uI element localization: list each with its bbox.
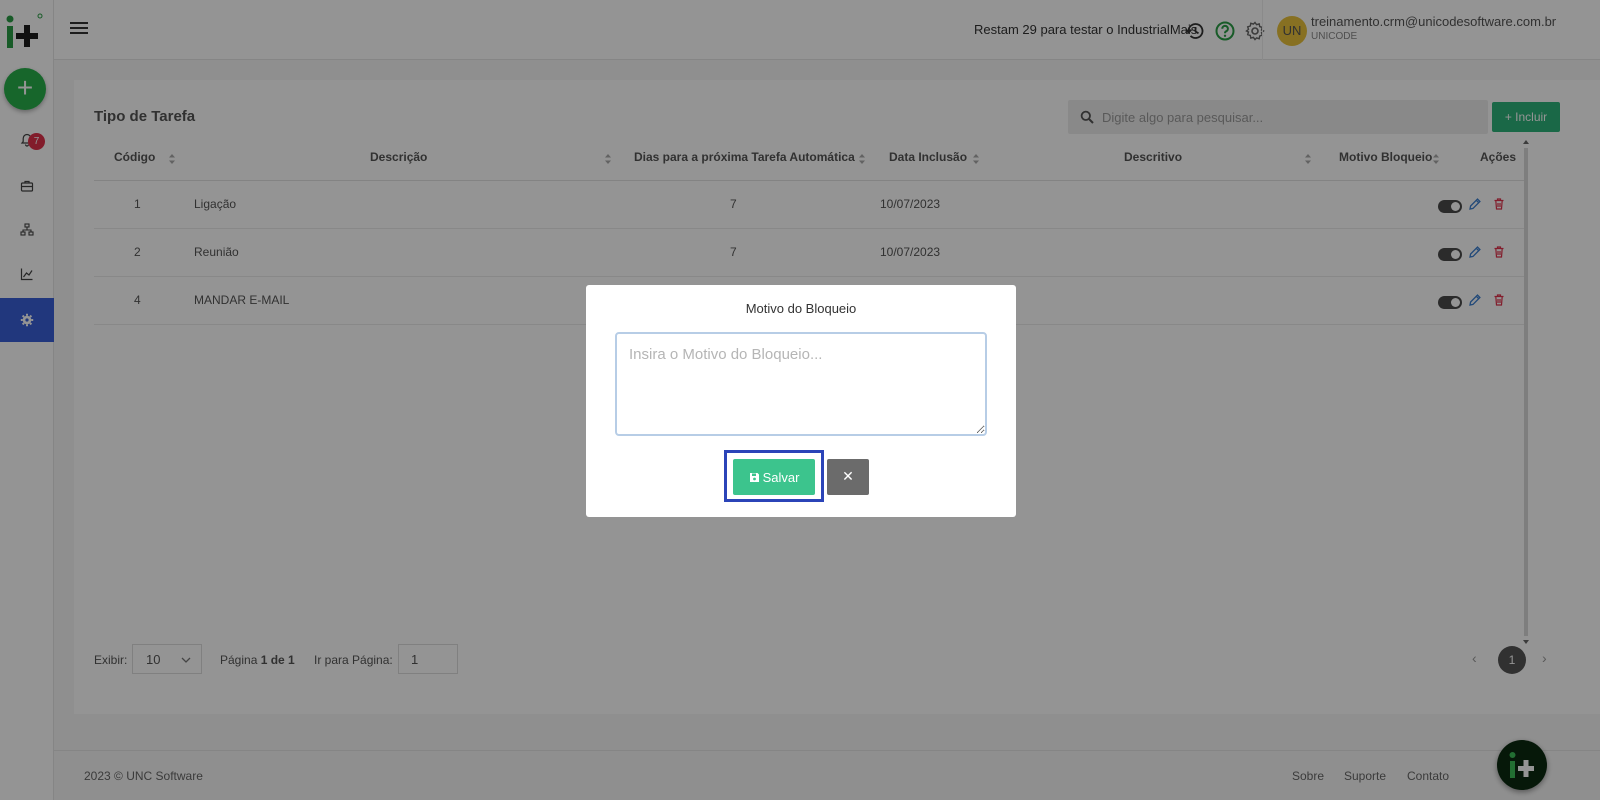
save-button-label: Salvar — [762, 469, 800, 485]
block-reason-modal: Motivo do Bloqueio Salvar ✕ — [586, 285, 1016, 517]
modal-title: Motivo do Bloqueio — [745, 301, 857, 316]
floppy-disk-icon — [749, 472, 759, 482]
save-button[interactable]: Salvar — [733, 459, 815, 495]
block-reason-textarea[interactable] — [615, 332, 987, 436]
close-modal-button[interactable]: ✕ — [827, 459, 869, 495]
